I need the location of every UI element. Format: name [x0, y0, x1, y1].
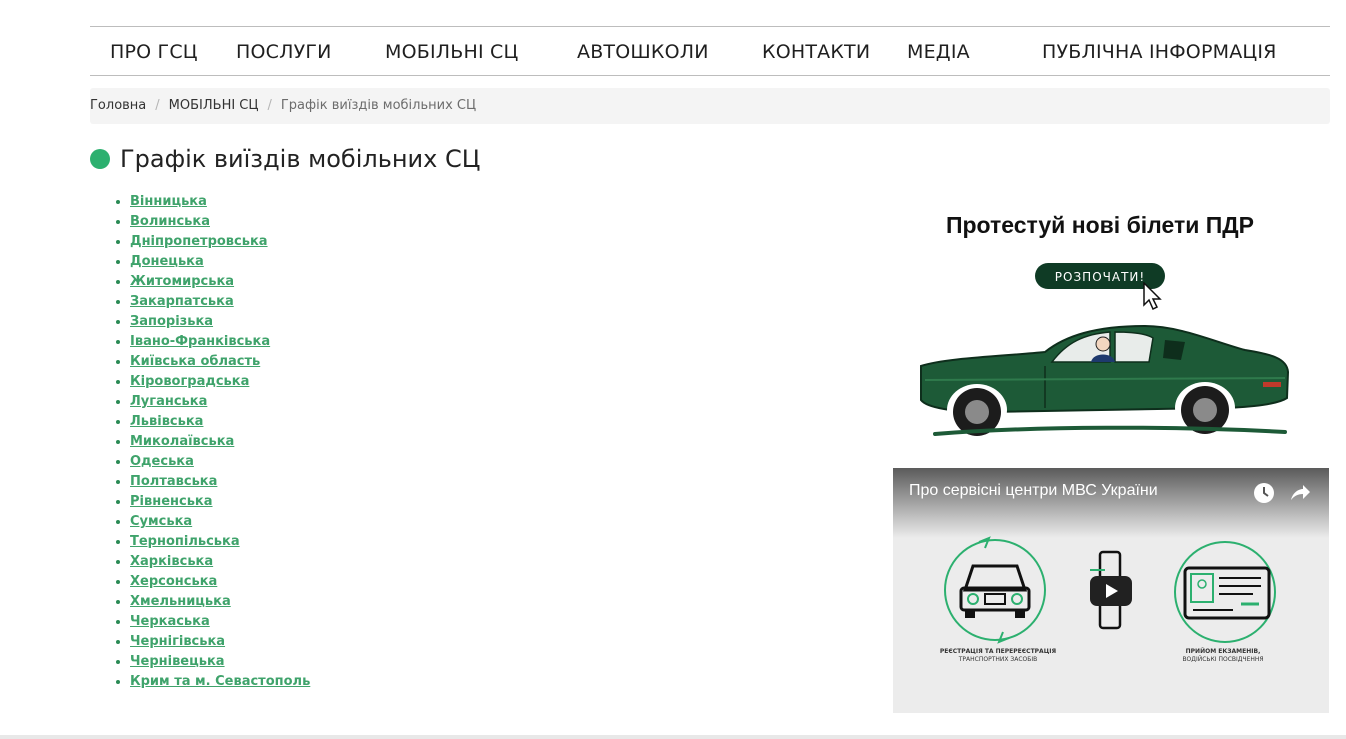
region-link[interactable]: Чернівецька: [130, 654, 225, 669]
region-link[interactable]: Луганська: [130, 394, 207, 409]
play-button[interactable]: [1090, 576, 1132, 606]
footer-divider: [0, 735, 1346, 739]
region-list-item: Харківська: [130, 552, 310, 572]
nav-item-mobile-sc[interactable]: МОБІЛЬНІ СЦ: [385, 27, 518, 75]
promo-title: Протестуй нові білети ПДР: [945, 212, 1255, 238]
region-list-item: Сумська: [130, 512, 310, 532]
region-list-item: Черкаська: [130, 612, 310, 632]
region-link[interactable]: Запорізька: [130, 314, 213, 329]
nav-item-services[interactable]: ПОСЛУГИ: [236, 27, 332, 75]
region-list-item: Запорізька: [130, 312, 310, 332]
page-heading: Графік виїздів мобільних СЦ: [90, 142, 480, 176]
region-link[interactable]: Івано-Франківська: [130, 334, 270, 349]
video-player[interactable]: Про сервісні центри МВС України РЕЄСТРАЦ…: [893, 468, 1329, 713]
region-link[interactable]: Дніпропетровська: [130, 234, 268, 249]
region-link[interactable]: Тернопільська: [130, 534, 240, 549]
region-link[interactable]: Сумська: [130, 514, 192, 529]
caption-left-line1: РЕЄСТРАЦІЯ ТА ПЕРЕРЕЄСТРАЦІЯ: [939, 648, 1057, 655]
region-link[interactable]: Львівська: [130, 414, 203, 429]
caption-left: РЕЄСТРАЦІЯ ТА ПЕРЕРЕЄСТРАЦІЯ ТРАНСПОРТНИ…: [933, 648, 1063, 664]
region-link[interactable]: Хмельницька: [130, 594, 231, 609]
caption-right-line2: ВОДІЙСЬКІ ПОСВІДЧЕННЯ: [1182, 656, 1264, 663]
regions-list: Вінницька Волинська Дніпропетровська Донець…: [112, 192, 310, 692]
region-list-item: Волинська: [130, 212, 310, 232]
region-list-item: Вінницька: [130, 192, 310, 212]
breadcrumb: Головна / МОБІЛЬНІ СЦ / Графік виїздів мобіл…: [90, 88, 1330, 124]
nav-item-contacts[interactable]: КОНТАКТИ: [762, 27, 870, 75]
region-list-item: Дніпропетровська: [130, 232, 310, 252]
region-list-item: Крим та м. Севастополь: [130, 672, 310, 692]
region-list-item: Миколаївська: [130, 432, 310, 452]
main-nav: ПРО ГСЦ ПОСЛУГИ МОБІЛЬНІ СЦ АВТОШКОЛИ КО…: [90, 26, 1330, 76]
watch-later-icon[interactable]: [1253, 482, 1275, 504]
caption-right-line1: ПРИЙОМ ЕКЗАМЕНІВ,: [1185, 648, 1261, 655]
region-list-item: Рівненська: [130, 492, 310, 512]
region-link[interactable]: Одеська: [130, 454, 194, 469]
nav-item-public-info[interactable]: ПУБЛІЧНА ІНФОРМАЦІЯ: [1042, 27, 1277, 75]
nav-item-media[interactable]: МЕДІА: [907, 27, 970, 75]
region-link[interactable]: Закарпатська: [130, 294, 234, 309]
region-link[interactable]: Житомирська: [130, 274, 234, 289]
region-list-item: Чернігівська: [130, 632, 310, 652]
region-list-item: Київська область: [130, 352, 310, 372]
region-link[interactable]: Черкаська: [130, 614, 210, 629]
region-list-item: Тернопільська: [130, 532, 310, 552]
breadcrumb-separator: /: [267, 98, 272, 113]
region-link[interactable]: Волинська: [130, 214, 210, 229]
caption-left-line2: ТРАНСПОРТНИХ ЗАСОБІВ: [958, 656, 1038, 663]
region-list-item: Луганська: [130, 392, 310, 412]
region-link[interactable]: Рівненська: [130, 494, 213, 509]
region-link[interactable]: Вінницька: [130, 194, 207, 209]
region-list-item: Херсонська: [130, 572, 310, 592]
car-illustration: [920, 324, 1290, 436]
region-link[interactable]: Кіровоградська: [130, 374, 249, 389]
cursor-icon: [1143, 282, 1162, 311]
page-title: Графік виїздів мобільних СЦ: [120, 145, 481, 173]
video-thumbnail: [944, 536, 1276, 644]
region-list-item: Закарпатська: [130, 292, 310, 312]
region-link[interactable]: Крим та м. Севастополь: [130, 674, 310, 689]
caption-right: ПРИЙОМ ЕКЗАМЕНІВ, ВОДІЙСЬКІ ПОСВІДЧЕННЯ: [1163, 648, 1283, 664]
region-link[interactable]: Харківська: [130, 554, 213, 569]
breadcrumb-home[interactable]: Головна: [90, 98, 146, 113]
region-link[interactable]: Херсонська: [130, 574, 217, 589]
breadcrumb-separator: /: [155, 98, 160, 113]
region-list-item: Львівська: [130, 412, 310, 432]
region-list-item: Житомирська: [130, 272, 310, 292]
region-link[interactable]: Донецька: [130, 254, 204, 269]
region-list-item: Чернівецька: [130, 652, 310, 672]
breadcrumb-section[interactable]: МОБІЛЬНІ СЦ: [169, 98, 259, 113]
region-list-item: Кіровоградська: [130, 372, 310, 392]
region-link[interactable]: Чернігівська: [130, 634, 225, 649]
region-list-item: Одеська: [130, 452, 310, 472]
region-list-item: Хмельницька: [130, 592, 310, 612]
region-list-item: Полтавська: [130, 472, 310, 492]
region-link[interactable]: Миколаївська: [130, 434, 234, 449]
nav-item-about[interactable]: ПРО ГСЦ: [110, 27, 198, 75]
region-list-item: Донецька: [130, 252, 310, 272]
nav-item-driving-schools[interactable]: АВТОШКОЛИ: [577, 27, 709, 75]
bullet-dot-icon: [90, 149, 110, 169]
share-icon[interactable]: [1289, 482, 1311, 504]
breadcrumb-current: Графік виїздів мобільних СЦ: [280, 98, 477, 113]
region-list-item: Івано-Франківська: [130, 332, 310, 352]
region-link[interactable]: Полтавська: [130, 474, 217, 489]
video-title[interactable]: Про сервісні центри МВС України: [909, 482, 1158, 500]
region-link[interactable]: Київська область: [130, 354, 260, 369]
